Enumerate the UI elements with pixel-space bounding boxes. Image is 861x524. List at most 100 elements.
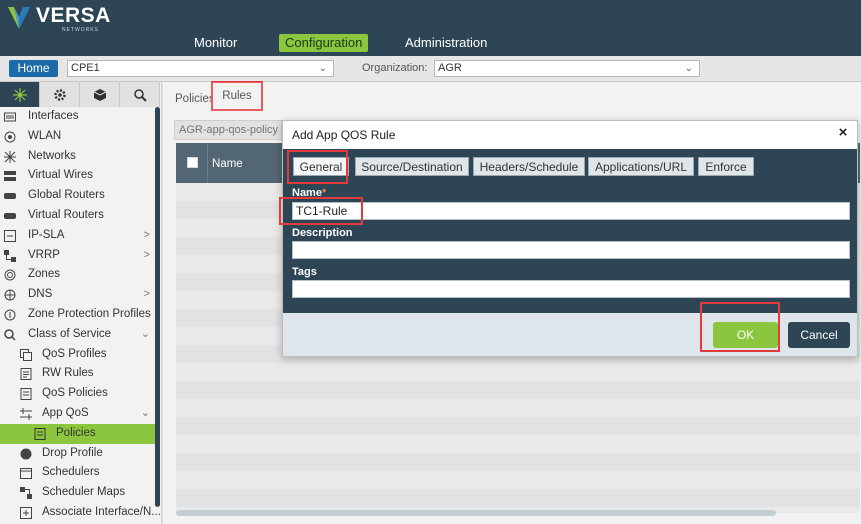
sidebar-item-qos-profiles[interactable]: QoS Profiles xyxy=(0,345,156,365)
sidebar-item-zones[interactable]: Zones xyxy=(0,265,156,285)
associate-icon xyxy=(20,506,32,519)
sidebar-item-associate-interface[interactable]: Associate Interface/N... xyxy=(0,503,161,523)
sidebar-item-label: IP-SLA xyxy=(28,228,65,241)
tab-applications-url[interactable]: Applications/URL xyxy=(588,157,694,176)
description-label: Description xyxy=(292,227,353,239)
tab-others[interactable] xyxy=(120,82,160,107)
sidebar-item-label: Virtual Routers xyxy=(28,208,104,221)
brand-name: VERSA xyxy=(36,4,111,27)
nav-administration[interactable]: Administration xyxy=(399,34,493,52)
tab-source-destination[interactable]: Source/Destination xyxy=(355,157,469,176)
ipsla-icon xyxy=(4,229,16,242)
appliance-select[interactable]: CPE1 ⌄ xyxy=(67,60,334,77)
close-icon[interactable]: × xyxy=(835,125,851,141)
sidebar-item-dns[interactable]: DNS > xyxy=(0,285,156,305)
rw-rules-icon xyxy=(20,368,32,381)
sidebar-item-schedulers[interactable]: Schedulers xyxy=(0,463,156,483)
app-qos-icon xyxy=(20,407,32,420)
highlight-ok-button xyxy=(700,302,780,352)
tags-field[interactable] xyxy=(292,280,850,298)
zones-icon xyxy=(4,269,16,281)
sidebar-item-label: Class of Service xyxy=(28,327,112,340)
sidebar-item-label: Scheduler Maps xyxy=(42,486,126,499)
chevron-down-icon: ⌄ xyxy=(318,63,327,74)
sidebar-item-label: Zone Protection Profiles xyxy=(28,307,151,320)
schedulers-icon xyxy=(20,467,32,480)
sidebar-item-global-routers[interactable]: Global Routers xyxy=(0,186,156,206)
chevron-right-icon[interactable]: > xyxy=(144,285,150,305)
tab-enforce[interactable]: Enforce xyxy=(698,157,754,176)
highlight-name-field xyxy=(279,197,363,225)
sidebar-item-virtual-routers[interactable]: Virtual Routers xyxy=(0,206,156,226)
sidebar-item-zone-protection-profiles[interactable]: Zone Protection Profiles xyxy=(0,305,156,325)
sidebar-item-drop-profile[interactable]: Drop Profile xyxy=(0,444,156,464)
sidebar-item-app-qos[interactable]: App QoS ⌄ xyxy=(0,404,156,424)
sidebar-item-virtual-wires[interactable]: Virtual Wires xyxy=(0,166,156,186)
sidebar-tabs xyxy=(0,82,160,107)
nav-monitor[interactable]: Monitor xyxy=(188,34,243,52)
sidebar-item-label: App QoS xyxy=(42,406,89,419)
vrrp-icon xyxy=(4,249,16,262)
sidebar-item-label: QoS Profiles xyxy=(42,347,107,360)
chevron-down-icon: ⌄ xyxy=(684,63,693,74)
sidebar-item-class-of-service[interactable]: Class of Service ⌄ xyxy=(0,325,156,345)
sidebar-item-label: DNS xyxy=(28,288,53,301)
tags-label: Tags xyxy=(292,266,317,278)
qos-policies-icon xyxy=(20,388,32,401)
sidebar-item-wlan[interactable]: WLAN xyxy=(0,127,156,147)
organization-label: Organization: xyxy=(362,62,428,74)
home-button[interactable]: Home xyxy=(9,60,58,77)
sidebar-item-label: Drop Profile xyxy=(42,446,103,459)
sidebar-item-label: RW Rules xyxy=(42,367,94,380)
sidebar-item-qos-policies[interactable]: QoS Policies xyxy=(0,384,156,404)
sidebar-item-label: Schedulers xyxy=(42,466,100,479)
sidebar-item-vrrp[interactable]: VRRP > xyxy=(0,246,156,266)
cos-icon xyxy=(4,329,16,341)
description-field[interactable] xyxy=(292,241,850,259)
cube-icon xyxy=(93,88,106,101)
chevron-down-icon[interactable]: ⌄ xyxy=(141,325,150,345)
sidebar-item-rw-rules[interactable]: RW Rules xyxy=(0,364,156,384)
chevron-right-icon[interactable]: > xyxy=(144,226,150,246)
tab-networking[interactable] xyxy=(0,82,40,107)
main-nav: Monitor Configuration Administration xyxy=(0,34,861,52)
network-icon xyxy=(12,87,27,102)
brand-sub: NETWORKS xyxy=(62,27,99,33)
sidebar: Interfaces WLAN Networks Virtual Wires G… xyxy=(0,82,162,524)
sidebar-item-scheduler-maps[interactable]: Scheduler Maps xyxy=(0,483,156,503)
router-icon xyxy=(4,210,16,222)
sidebar-item-ip-sla[interactable]: IP-SLA > xyxy=(0,226,156,246)
sidebar-item-label: Global Routers xyxy=(28,189,105,202)
sidebar-item-label: Virtual Wires xyxy=(28,169,93,182)
dialog-body: General Source/Destination Headers/Sched… xyxy=(283,149,857,313)
top-bar: VERSA NETWORKS Monitor Configuration Adm… xyxy=(0,0,861,56)
appliance-select-value: CPE1 xyxy=(71,62,100,74)
cancel-button[interactable]: Cancel xyxy=(788,322,850,348)
scheduler-maps-icon xyxy=(20,487,32,500)
nav-configuration[interactable]: Configuration xyxy=(279,34,369,52)
sidebar-item-label: Interfaces xyxy=(28,110,79,122)
sidebar-item-label: Policies xyxy=(56,426,96,439)
organization-select-value: AGR xyxy=(438,62,462,74)
tab-services[interactable] xyxy=(40,82,80,107)
sidebar-scrollbar[interactable] xyxy=(155,107,160,507)
wifi-icon xyxy=(4,131,16,143)
wires-icon xyxy=(4,170,16,182)
sidebar-item-networks[interactable]: Networks xyxy=(0,147,156,167)
sidebar-item-policies[interactable]: Policies xyxy=(0,423,156,444)
zone-protection-icon xyxy=(4,309,16,321)
sidebar-item-label: Networks xyxy=(28,149,76,162)
interfaces-icon xyxy=(4,111,16,123)
versa-logo: VERSA NETWORKS xyxy=(6,5,111,33)
chevron-right-icon[interactable]: > xyxy=(144,246,150,266)
router-icon xyxy=(4,190,16,202)
name-field[interactable]: TC1-Rule xyxy=(292,202,850,220)
sidebar-item-interfaces[interactable]: Interfaces xyxy=(0,107,156,127)
sidebar-item-label: Zones xyxy=(28,268,60,281)
sidebar-item-label: VRRP xyxy=(28,248,60,261)
tab-headers-schedule[interactable]: Headers/Schedule xyxy=(473,157,585,176)
chevron-down-icon[interactable]: ⌄ xyxy=(141,404,150,424)
sidebar-item-label: QoS Policies xyxy=(42,387,108,400)
organization-select[interactable]: AGR ⌄ xyxy=(434,60,700,77)
tab-objects[interactable] xyxy=(80,82,120,107)
